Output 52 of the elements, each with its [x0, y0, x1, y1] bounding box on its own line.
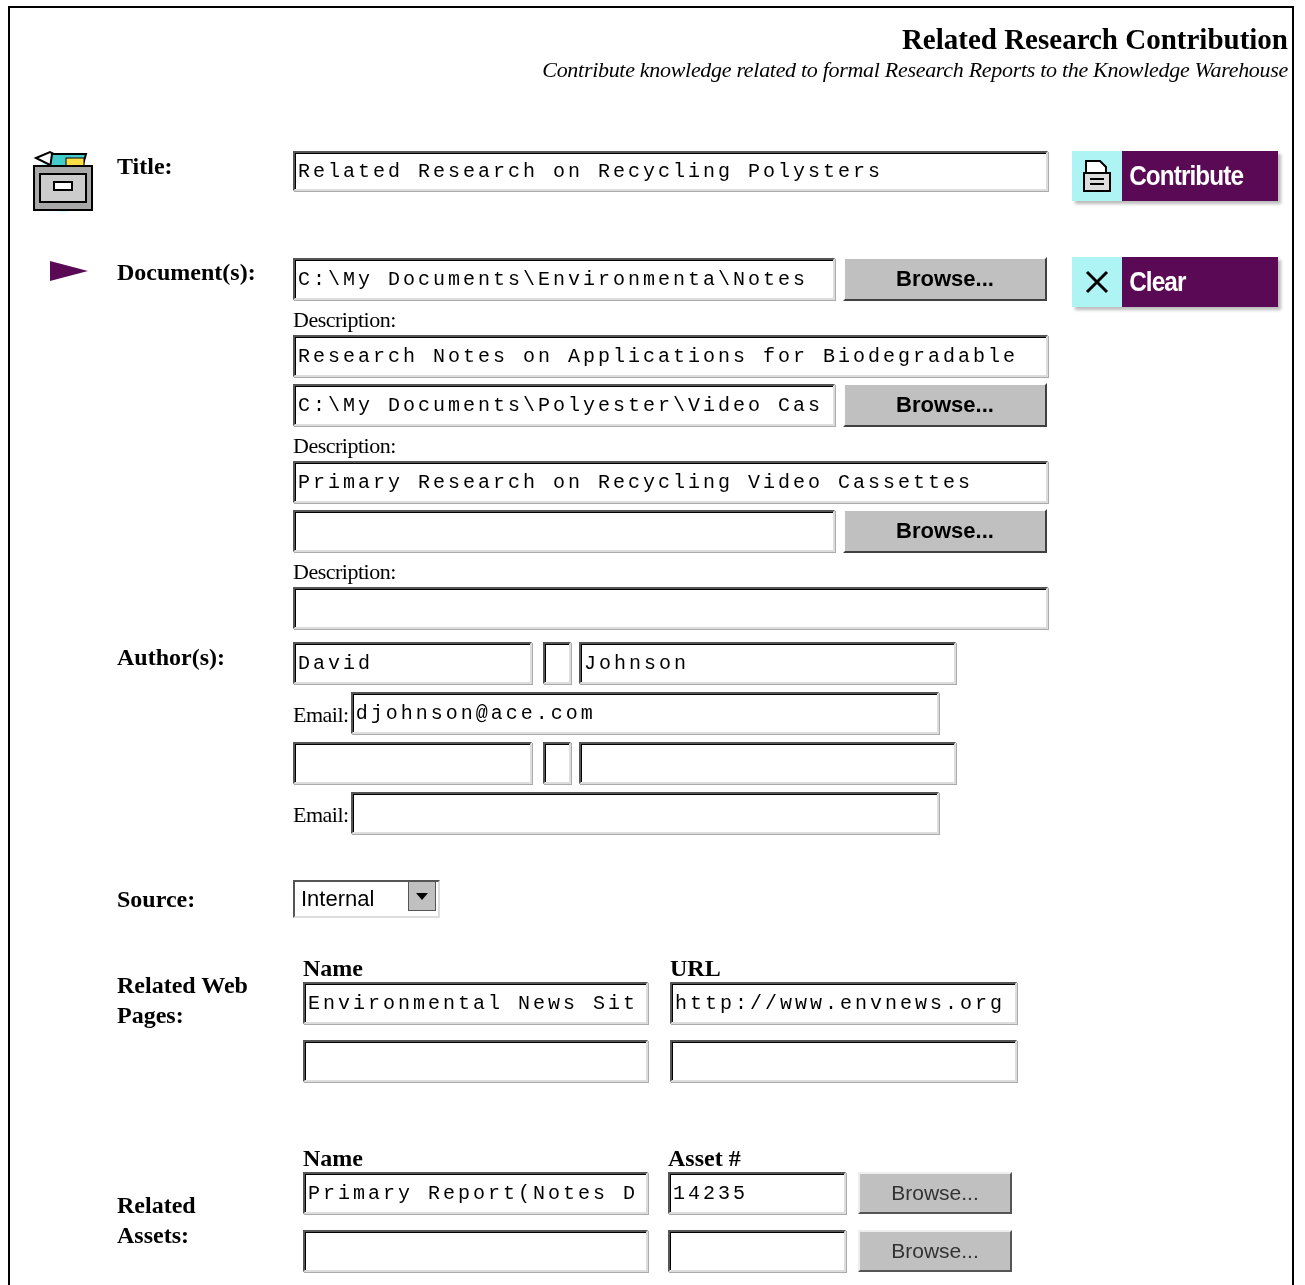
page-title: Related Research Contribution: [901, 22, 1288, 56]
input-field[interactable]: djohnson@ace.com: [350, 692, 939, 734]
input-field[interactable]: David: [293, 642, 532, 684]
input-field[interactable]: 14235: [668, 1172, 846, 1214]
input-field[interactable]: Environmental News Sit: [303, 982, 648, 1024]
input-field[interactable]: C:\My Documents\Environmenta\Notes: [293, 258, 835, 300]
field-label: Source:: [117, 885, 197, 914]
field-label: Title:: [117, 152, 174, 181]
clear-button[interactable]: Clear: [1072, 257, 1278, 307]
browse-button[interactable]: Browse...: [843, 257, 1047, 301]
column-header: Asset #: [668, 1144, 742, 1172]
input-field[interactable]: [579, 742, 956, 784]
input-field[interactable]: [350, 792, 939, 834]
input-field[interactable]: Primary Research on Recycling Video Cassettes: [293, 461, 1048, 503]
input-field[interactable]: [670, 1040, 1017, 1082]
input-field[interactable]: Related Research on Recycling Polysters: [293, 151, 1048, 191]
description-label: Description:: [293, 432, 397, 460]
description-label: Description:: [293, 558, 397, 586]
description-label: Description:: [293, 306, 397, 334]
email-label: Email:: [293, 701, 349, 729]
contribute-button[interactable]: Contribute: [1072, 151, 1278, 201]
browse-button[interactable]: Browse...: [858, 1230, 1012, 1272]
input-field[interactable]: Primary Report(Notes D: [303, 1172, 648, 1214]
input-field[interactable]: Research Notes on Applications for Biodegradable: [293, 335, 1048, 377]
input-field[interactable]: [293, 587, 1048, 629]
document-tray-icon: [1082, 159, 1112, 193]
input-field[interactable]: Johnson: [579, 642, 956, 684]
field-label: Author(s):: [117, 643, 226, 672]
input-field[interactable]: [668, 1230, 846, 1272]
input-field[interactable]: [293, 742, 532, 784]
input-field[interactable]: [303, 1040, 648, 1082]
input-field[interactable]: [543, 742, 571, 784]
input-field[interactable]: [303, 1230, 648, 1272]
page-subtitle: Contribute knowledge related to formal Research Reports to the Knowledge Warehouse: [542, 56, 1288, 84]
triangle-pointer-icon: [50, 261, 88, 281]
column-header: URL: [670, 954, 722, 982]
field-label: Document(s):: [117, 258, 257, 287]
browse-button[interactable]: Browse...: [843, 383, 1047, 427]
browse-button[interactable]: Browse...: [858, 1172, 1012, 1214]
column-header: Name: [303, 1144, 364, 1172]
input-field[interactable]: http://www.envnews.org: [670, 982, 1017, 1024]
source-dropdown[interactable]: Internal: [293, 880, 440, 918]
input-field[interactable]: C:\My Documents\Polyester\Video Cas: [293, 384, 835, 426]
close-icon: [1084, 269, 1110, 295]
input-field[interactable]: [543, 642, 571, 684]
field-label: Related Assets:: [117, 1191, 197, 1250]
input-field[interactable]: [293, 510, 835, 552]
email-label: Email:: [293, 801, 349, 829]
column-header: Name: [303, 954, 364, 982]
file-cabinet-icon: [30, 148, 96, 214]
browse-button[interactable]: Browse...: [843, 509, 1047, 553]
field-label: Related Web Pages:: [117, 971, 249, 1030]
